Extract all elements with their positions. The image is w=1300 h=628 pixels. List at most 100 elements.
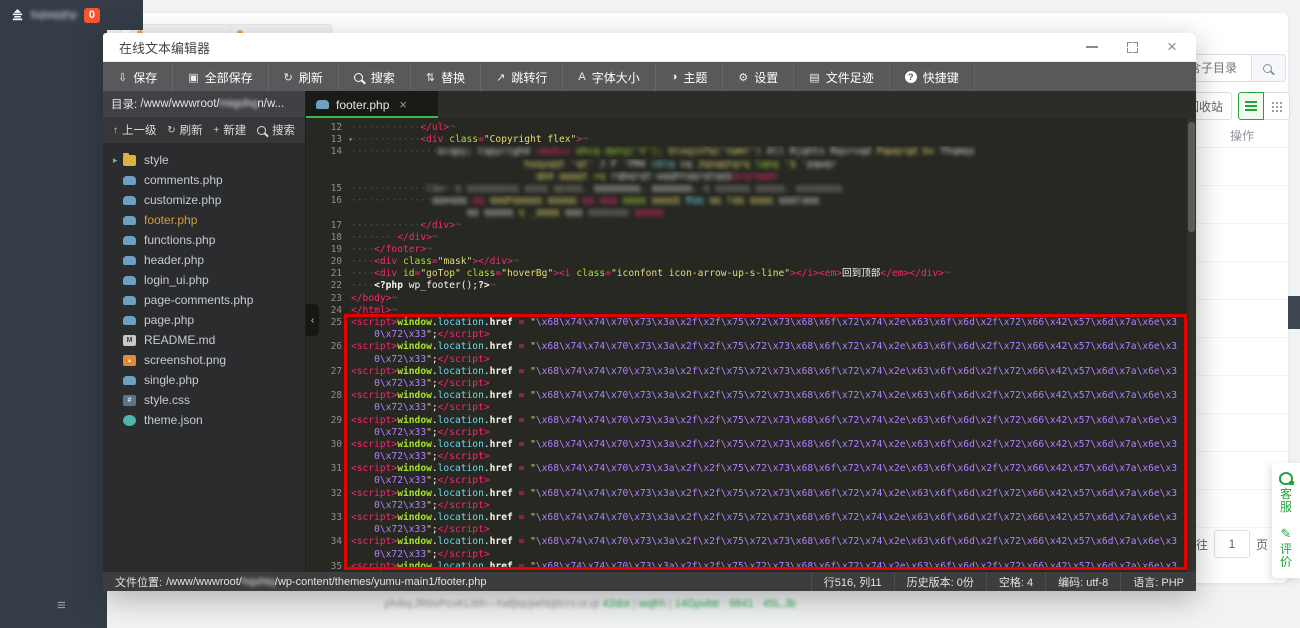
minimize-button[interactable] — [1084, 39, 1100, 55]
toolbar-refresh-button[interactable]: ↻ 刷新 — [269, 62, 339, 92]
tree-refresh-button[interactable]: ↻ 刷新 — [167, 122, 202, 138]
css-file-icon: # — [123, 394, 136, 406]
tree-item-comments.php[interactable]: comments.php — [103, 170, 305, 190]
line-number — [306, 159, 351, 171]
folder-icon — [123, 152, 136, 166]
footer-link[interactable]: 9841 — [729, 598, 753, 610]
page-number-input[interactable] — [1214, 530, 1251, 558]
editor-modal: 在线文本编辑器 × ⇩ 保存 ▣ 全部保存 ↻ 刷新 搜索 ⇅ 替换 ↗ 跳转行 A 字体大小 ◑ 主题 ⚙ 设… — [103, 33, 1196, 591]
editor-toolbar: ⇩ 保存 ▣ 全部保存 ↻ 刷新 搜索 ⇅ 替换 ↗ 跳转行 A 字体大小 ◑ 主题 ⚙ 设置 ▤ 文件足迹? 快捷键 — [103, 62, 1196, 92]
editor-tab-bar: footer.php × — [306, 91, 1196, 118]
tree-item-README.md[interactable]: M README.md — [103, 330, 305, 350]
tree-item-screenshot.png[interactable]: ▴ screenshot.png — [103, 350, 305, 370]
line-number: 16 — [330, 195, 342, 207]
status-item: 编码: utf-8 — [1045, 572, 1120, 591]
php-file-icon — [123, 255, 136, 265]
grid-view-toggle[interactable] — [1264, 92, 1290, 120]
message-count-badge[interactable]: 0 — [83, 7, 101, 23]
status-item: 行516, 列11 — [810, 572, 894, 591]
toolbar-theme-button[interactable]: ◑ 主题 — [656, 62, 724, 92]
settings-icon: ⚙ — [738, 71, 749, 84]
json-file-icon — [123, 414, 136, 426]
tree-item-footer.php[interactable]: footer.php — [103, 210, 305, 230]
line-number: 19 — [330, 243, 342, 255]
toolbar-replace-button[interactable]: ⇅ 替换 — [411, 62, 482, 92]
toolbar-search-button[interactable]: 搜索 — [339, 62, 411, 92]
toolbar-goto-line-button[interactable]: ↗ 跳转行 — [481, 62, 564, 92]
editor-status-bar: 文件位置: /www/wwwroot/hqxhtq/wp-content/the… — [103, 572, 1196, 591]
footer-text: : — [719, 598, 730, 610]
list-view-toggle[interactable] — [1238, 92, 1264, 120]
up-level-button[interactable]: ↑ 上一级 — [113, 122, 157, 138]
editor-scrollbar[interactable] — [1187, 118, 1196, 572]
toolbar-save-all-button[interactable]: ▣ 全部保存 — [173, 62, 269, 92]
tab-footer-php[interactable]: footer.php × — [306, 91, 438, 118]
tree-item-login_ui.php[interactable]: login_ui.php — [103, 270, 305, 290]
line-number: 15 — [330, 182, 342, 194]
tree-item-page.php[interactable]: page.php — [103, 310, 305, 330]
line-number — [306, 500, 351, 512]
footer-link[interactable]: 14Gpvbtr — [675, 598, 720, 610]
php-file-icon — [123, 295, 136, 305]
fold-arrow-icon[interactable]: ▾ — [348, 134, 353, 146]
line-number — [306, 402, 351, 414]
tree-item-single.php[interactable]: single.php — [103, 370, 305, 390]
footer-link[interactable]: wqfrh — [639, 598, 666, 610]
tree-item-page-comments.php[interactable]: page-comments.php — [103, 290, 305, 310]
line-number: 32 — [330, 487, 342, 499]
maximize-button[interactable] — [1124, 39, 1140, 55]
line-number: 33 — [330, 512, 342, 523]
tab-close-icon[interactable]: × — [399, 98, 407, 111]
image-file-icon: ▴ — [123, 354, 136, 366]
logo-bar: bqtaqqhp 0 — [0, 0, 143, 30]
line-number — [306, 207, 351, 219]
tree-search-icon — [256, 125, 266, 135]
blurred-path-segment: hqxhtq — [241, 575, 275, 588]
review-button[interactable]: ✎ 评价 — [1279, 527, 1293, 569]
php-file-icon — [123, 215, 136, 225]
new-file-icon: + — [213, 124, 220, 136]
toolbar-save-button[interactable]: ⇩ 保存 — [103, 62, 174, 92]
table-row — [1196, 300, 1288, 338]
line-number — [306, 354, 351, 366]
tree-item-customize.php[interactable]: customize.php — [103, 190, 305, 210]
toolbar-settings-button[interactable]: ⚙ 设置 — [723, 62, 795, 92]
footer-link[interactable]: 45L.Jb — [763, 598, 796, 610]
toolbar-hotkeys-button[interactable]: ? 快捷键 — [890, 62, 975, 92]
tree-item-theme.json[interactable]: theme.json — [103, 410, 305, 430]
php-file-icon — [123, 275, 136, 285]
tree-item-style[interactable]: ▸ style — [103, 150, 305, 170]
tree-item-header.php[interactable]: header.php — [103, 250, 305, 270]
close-button[interactable]: × — [1164, 38, 1180, 55]
tree-collapse-handle[interactable]: ‹ — [306, 304, 319, 336]
code-content[interactable]: 12 ············</ul>¬ 13 ▾ ············<div … — [306, 118, 1187, 572]
support-button[interactable]: 客服 — [1279, 472, 1294, 514]
php-file-icon — [123, 375, 136, 385]
scrollbar-thumb[interactable] — [1188, 122, 1195, 232]
toolbar-font-size-button[interactable]: A 字体大小 — [563, 62, 656, 92]
line-number: 22 — [330, 280, 342, 292]
sidebar-collapse-icon[interactable]: ≡ — [57, 597, 66, 614]
tree-item-style.css[interactable]: # style.css — [103, 390, 305, 410]
line-number — [306, 427, 351, 439]
footer-link[interactable]: 42dot — [602, 598, 630, 610]
search-icon — [353, 72, 363, 82]
php-file-icon — [316, 100, 329, 109]
line-number: 14 — [330, 146, 342, 158]
toolbar-file-history-button[interactable]: ▤ 文件足迹 — [794, 62, 890, 92]
font-size-icon: A — [578, 71, 586, 83]
table-row — [1196, 262, 1288, 300]
tree-search-button[interactable]: 搜索 — [256, 122, 295, 138]
expand-arrow-icon[interactable]: ▸ — [113, 155, 123, 166]
file-tree-panel: 目录: /www/wwwroot/miqohq n/w... ↑ 上一级 ↻ 刷新 + 新建… — [103, 91, 306, 572]
markdown-file-icon: M — [123, 334, 136, 346]
php-file-icon — [123, 315, 136, 325]
table-row — [1196, 338, 1288, 376]
table-row — [1196, 148, 1288, 186]
tree-toolbar: ↑ 上一级 ↻ 刷新 + 新建 搜索 — [103, 117, 305, 144]
tree-item-functions.php[interactable]: functions.php — [103, 230, 305, 250]
search-button[interactable] — [1252, 54, 1286, 82]
new-file-button[interactable]: + 新建 — [213, 122, 246, 138]
line-number: 17 — [330, 219, 342, 231]
line-number — [306, 171, 351, 183]
